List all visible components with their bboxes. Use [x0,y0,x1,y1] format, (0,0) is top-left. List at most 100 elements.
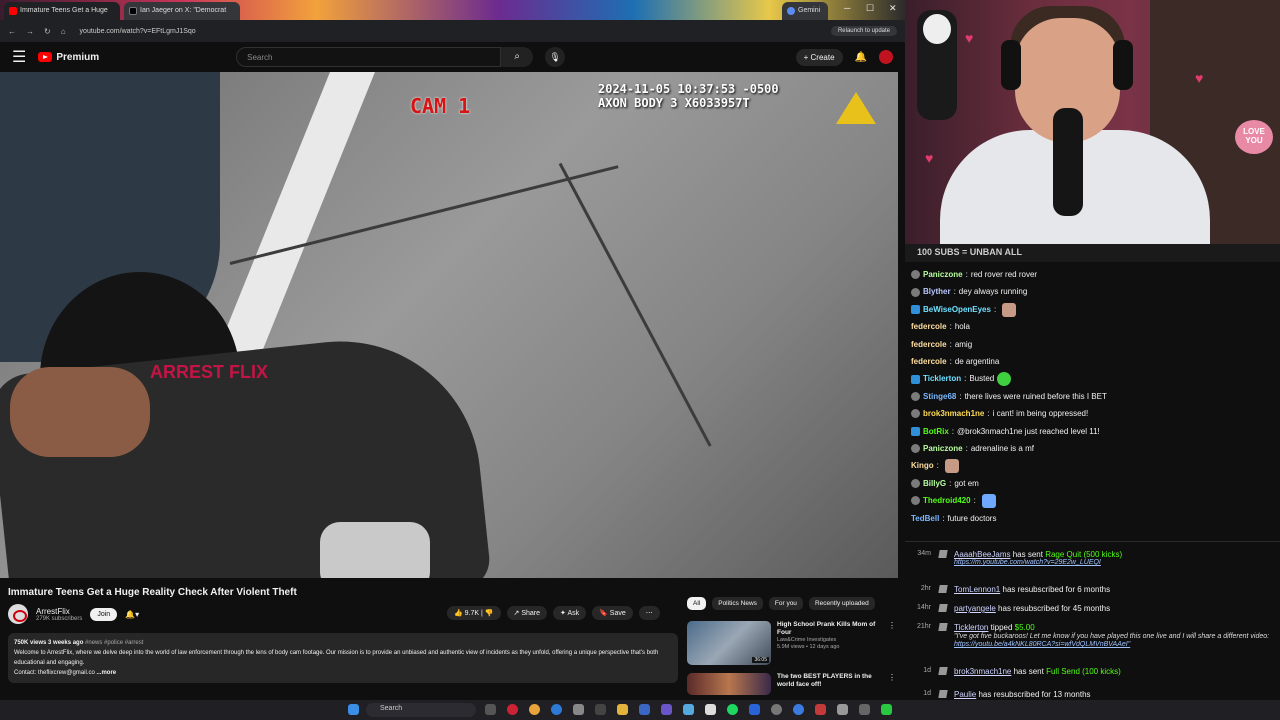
relaunch-button[interactable]: Relaunch to update [830,26,897,36]
chat-username[interactable]: federcole [911,353,947,370]
chat-username[interactable]: Thedroid420 [923,492,971,509]
chat-username[interactable]: federcole [911,336,947,353]
recommended-title: High School Prank Kills Mom of Four [777,621,876,636]
tab-gemini[interactable]: Gemini [782,2,828,20]
kick-icon[interactable] [881,704,892,715]
tab-youtube[interactable]: Immature Teens Get a Huge [4,2,120,20]
app-icon[interactable] [859,704,870,715]
taskbar-search[interactable]: Search [366,703,476,717]
menu-icon[interactable]: ☰ [12,47,26,67]
file-explorer-icon[interactable] [617,704,628,715]
event-username[interactable]: Ticklerton [954,623,988,632]
notifications-icon[interactable]: 🔔 [855,52,867,63]
maximize-icon[interactable]: ☐ [866,3,874,14]
channel-name[interactable]: ArrestFlix [36,607,82,616]
create-button[interactable]: + Create [795,48,843,66]
recommended-video[interactable]: The two BEST PLAYERS in the world face o… [687,673,896,695]
account-avatar[interactable] [879,50,893,64]
chat-username[interactable]: federcole [911,318,947,335]
app-icon[interactable] [793,704,804,715]
event-username[interactable]: AaaahBeeJams [954,550,1010,559]
spotify-icon[interactable] [727,704,738,715]
more-link[interactable]: ...more [96,670,116,676]
event-link[interactable]: https://m.youtube.com/watch?v=29E2w_LUEQ… [954,559,1122,566]
axon-logo-icon [836,92,876,124]
event-username[interactable]: partyangele [954,604,996,613]
app-icon[interactable] [683,704,694,715]
like-button[interactable]: 👍 9.7K | 👎 [447,606,501,620]
search-input[interactable]: Search [236,47,502,67]
chat-username[interactable]: BeWiseOpenEyes [923,301,991,318]
chat-badge-icon [911,409,920,419]
share-button[interactable]: ↗ Share [506,606,548,620]
chat-username[interactable]: Kingo [911,457,934,474]
chat-username[interactable]: Ticklerton [923,370,961,387]
chip-all[interactable]: All [687,597,707,610]
taskbar: Search [0,700,1280,720]
youtube-play-icon [38,52,53,62]
close-icon[interactable]: ✕ [889,3,897,14]
reload-icon[interactable]: ↻ [44,27,51,36]
chat-message: BotRix: @brok3nmach1ne just reached level… [911,423,1274,440]
chat-username[interactable]: BotRix [923,423,949,440]
video-thumbnail[interactable] [687,673,771,695]
join-button[interactable]: Join [90,607,118,621]
ask-button[interactable]: ✦ Ask [553,606,587,620]
home-icon[interactable]: ⌂ [61,27,66,36]
hashtags[interactable]: #news #police #arrest [85,640,143,646]
app-icon[interactable] [551,704,562,715]
youtube-logo[interactable]: Premium [38,52,99,63]
chat-separator: : [993,304,997,314]
chat-username[interactable]: TedBell [911,510,939,527]
more-vert-icon[interactable]: ⋮ [888,673,896,695]
app-icon[interactable] [507,704,518,715]
back-icon[interactable]: ← [8,27,16,36]
app-icon[interactable] [837,704,848,715]
headset-icon [1113,40,1133,90]
chat-username[interactable]: Paniczone [923,266,963,283]
recommended-video[interactable]: 36:05 High School Prank Kills Mom of Fou… [687,621,896,665]
save-button[interactable]: 🔖 Save [592,606,633,620]
task-view-icon[interactable] [485,704,496,715]
app-icon[interactable] [595,704,606,715]
app-icon[interactable] [639,704,650,715]
chrome-icon[interactable] [529,704,540,715]
chat-username[interactable]: Blyther [923,283,951,300]
microphone-icon[interactable]: 🎙 [545,47,566,67]
event-username[interactable]: Paulie [954,690,976,699]
video-player[interactable]: CAM 1 2024-11-05 10:37:53 -0500 AXON BOD… [0,72,898,578]
tab-x-post[interactable]: Ian Jaeger on X: "Democrat [124,2,240,20]
app-icon[interactable] [573,704,584,715]
channel-row: ArrestFlix 279K subscribers Join 🔔▾ [8,604,139,624]
chat-username[interactable]: Paniczone [923,440,963,457]
more-actions-icon[interactable]: ⋯ [638,606,660,620]
search-icon[interactable]: ⌕ [501,47,534,67]
chip-politics-news[interactable]: Politics News [712,597,763,610]
windows-start-icon[interactable] [348,704,359,715]
channel-avatar[interactable] [8,604,28,624]
event-username[interactable]: TomLennon1 [954,585,1000,594]
video-thumbnail[interactable]: 36:05 [687,621,771,665]
bell-icon[interactable]: 🔔▾ [125,610,139,619]
event-username[interactable]: brok3nmach1ne [954,667,1011,676]
app-icon[interactable] [705,704,716,715]
app-icon[interactable] [749,704,760,715]
chat-username[interactable]: brok3nmach1ne [923,405,984,422]
forward-icon[interactable]: → [26,27,34,36]
event-link[interactable]: https://youtu.be/a4kNKL80RCA?si=wfVdQLMV… [954,641,1269,648]
app-icon[interactable] [661,704,672,715]
app-icon[interactable] [771,704,782,715]
chip-for-you[interactable]: For you [768,597,803,610]
app-icon[interactable] [815,704,826,715]
description-box[interactable]: 750K views 3 weeks ago #news #police #ar… [8,633,678,683]
chat-username[interactable]: Stinge68 [923,388,956,405]
chat-username[interactable]: BillyG [923,475,946,492]
more-vert-icon[interactable]: ⋮ [888,621,896,665]
emote-icon [1002,302,1017,317]
chip-recently-uploaded[interactable]: Recently uploaded [808,597,875,610]
minimize-icon[interactable]: ─ [844,3,850,13]
contact-text: Contact: theflixcrew@gmail.co [14,670,95,676]
chat-message: TedBell: future doctors [911,510,1274,527]
event-highlight: $5.00 [1014,623,1035,632]
url-field[interactable]: youtube.com/watch?v=EFtLgmJ1Sqo [80,28,196,35]
